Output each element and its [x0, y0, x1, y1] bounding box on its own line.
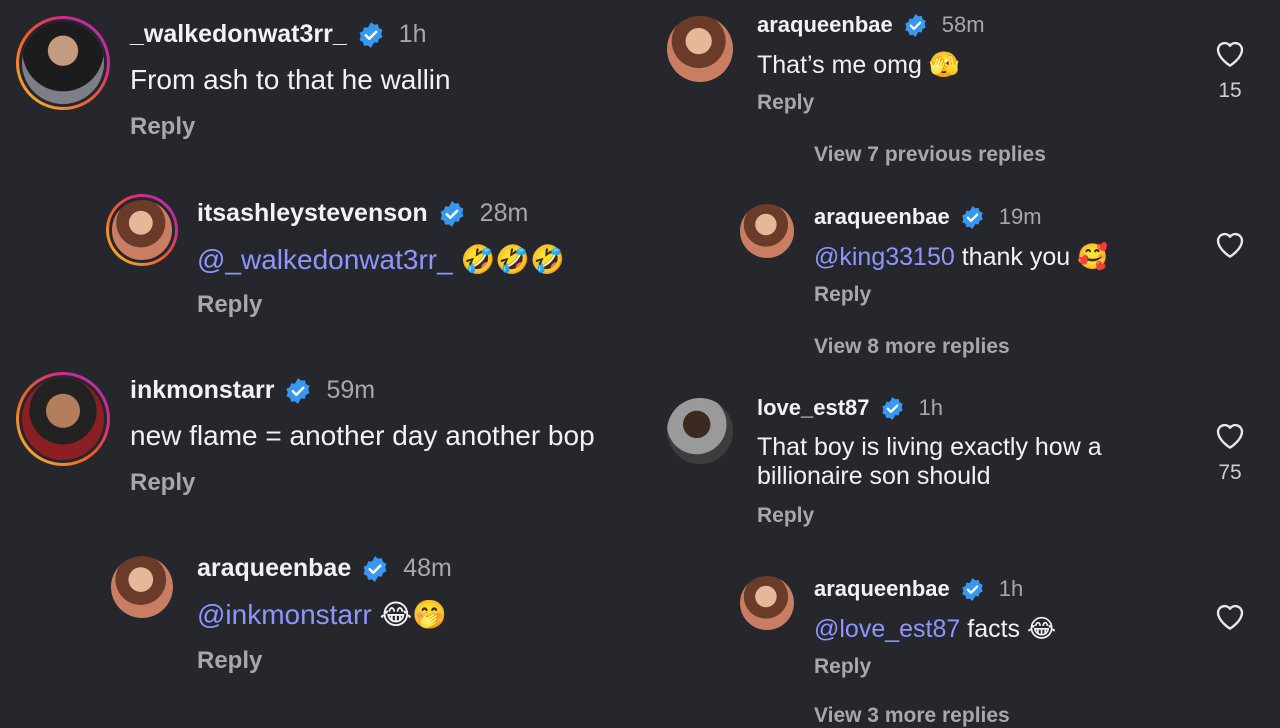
timestamp: 58m — [941, 12, 985, 37]
comment-text: From ash to that he wallin — [130, 64, 451, 95]
comment-header: inkmonstarr 59m — [130, 376, 375, 405]
avatar[interactable] — [667, 16, 733, 82]
comment-text: @_walkedonwat3rr_ 🤣🤣🤣 — [197, 243, 565, 276]
username[interactable]: araqueenbae — [197, 554, 351, 583]
emoji: 😂🤭 — [379, 598, 448, 631]
comment-header: araqueenbae 19m — [814, 204, 1042, 230]
username[interactable]: itsashleystevenson — [197, 199, 428, 228]
heart-icon[interactable] — [1214, 38, 1246, 68]
comment-text: @king33150 thank you 🥰 — [814, 242, 1109, 271]
comment-header: _walkedonwat3rr_ 1h — [130, 20, 427, 49]
timestamp: 1h — [918, 395, 944, 420]
timestamp: 48m — [403, 554, 452, 582]
comment-header: araqueenbae 1h — [814, 576, 1023, 602]
comment-header: love_est87 1h — [757, 395, 943, 421]
comment-header: araqueenbae 48m — [197, 554, 452, 583]
view-more-replies[interactable]: View 8 more replies — [814, 335, 1010, 359]
verified-badge-icon — [881, 396, 903, 420]
comment-text: @love_est87 facts 😂 — [814, 614, 1057, 643]
username[interactable]: araqueenbae — [757, 12, 893, 38]
avatar[interactable] — [740, 576, 794, 630]
heart-icon[interactable] — [1214, 601, 1246, 631]
like-count: 75 — [1218, 461, 1242, 484]
verified-badge-icon — [363, 555, 387, 582]
emoji: 🫣 — [928, 50, 960, 79]
avatar[interactable] — [16, 16, 110, 110]
like-count: 15 — [1218, 79, 1242, 102]
username[interactable]: araqueenbae — [814, 204, 950, 230]
emoji: 🥰 — [1077, 242, 1109, 271]
reply-button[interactable]: Reply — [197, 291, 262, 319]
avatar[interactable] — [16, 372, 110, 466]
mention-link[interactable]: @love_est87 — [814, 615, 960, 643]
reply-button[interactable]: Reply — [814, 655, 871, 679]
comment-text-line1: That boy is living exactly how a — [757, 433, 1102, 461]
heart-icon[interactable] — [1214, 229, 1246, 259]
username[interactable]: love_est87 — [757, 395, 870, 421]
reply-button[interactable]: Reply — [197, 647, 262, 675]
avatar[interactable] — [111, 556, 173, 618]
mention-link[interactable]: @inkmonstarr — [197, 599, 372, 630]
comment-text-line2: billionaire son should — [757, 462, 991, 490]
avatar[interactable] — [106, 194, 178, 266]
verified-badge-icon — [287, 377, 310, 404]
timestamp: 19m — [998, 204, 1042, 229]
avatar[interactable] — [740, 204, 794, 258]
reply-button[interactable]: Reply — [130, 469, 195, 497]
username[interactable]: _walkedonwat3rr_ — [130, 20, 347, 49]
heart-icon[interactable] — [1214, 420, 1246, 450]
comment-text: new flame = another day another bop — [130, 420, 595, 451]
timestamp: 28m — [479, 199, 529, 227]
mention-link[interactable]: @_walkedonwat3rr_ — [197, 244, 453, 275]
verified-badge-icon — [962, 577, 983, 601]
username[interactable]: inkmonstarr — [130, 376, 274, 405]
timestamp: 1h — [398, 20, 427, 48]
emoji: 😂 — [1027, 614, 1057, 643]
reply-button[interactable]: Reply — [757, 504, 814, 528]
verified-badge-icon — [962, 205, 983, 229]
view-more-replies[interactable]: View 3 more replies — [814, 704, 1010, 728]
comment-header: itsashleystevenson 28m — [197, 199, 528, 228]
comment-header: araqueenbae 58m — [757, 12, 985, 38]
reply-button[interactable]: Reply — [130, 113, 195, 141]
mention-link[interactable]: @king33150 — [814, 243, 955, 271]
comment-text: That’s me omg 🫣 — [757, 50, 960, 79]
verified-badge-icon — [440, 200, 464, 227]
verified-badge-icon — [359, 21, 383, 48]
comment-text: @inkmonstarr 😂🤭 — [197, 598, 447, 631]
username[interactable]: araqueenbae — [814, 576, 950, 602]
reply-button[interactable]: Reply — [814, 283, 871, 307]
verified-badge-icon — [905, 13, 926, 37]
timestamp: 1h — [998, 576, 1024, 601]
avatar[interactable] — [667, 398, 733, 464]
emoji: 🤣🤣🤣 — [460, 243, 566, 276]
timestamp: 59m — [326, 376, 376, 404]
view-previous-replies[interactable]: View 7 previous replies — [814, 143, 1046, 167]
reply-button[interactable]: Reply — [757, 91, 814, 115]
